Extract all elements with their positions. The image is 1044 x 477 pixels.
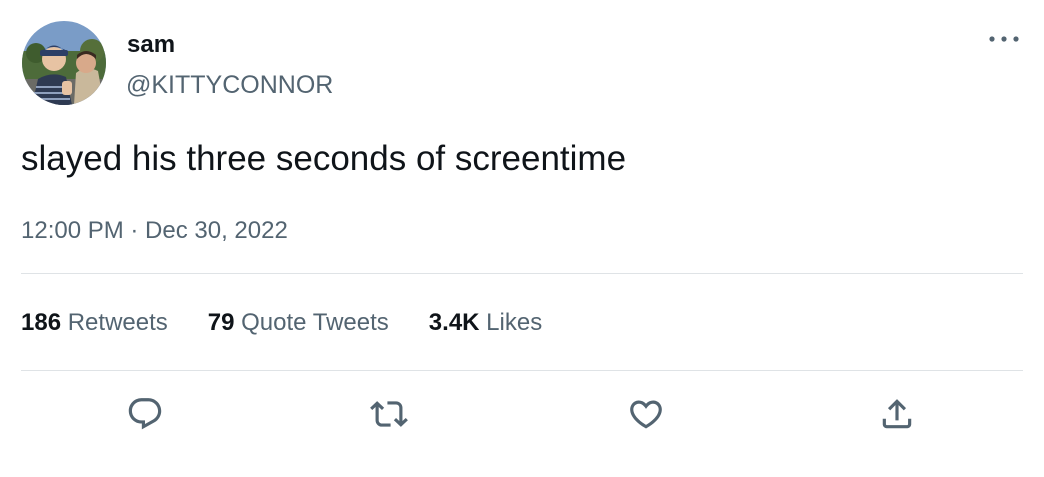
like-button[interactable] bbox=[627, 395, 665, 433]
quote-tweets-label: Quote Tweets bbox=[241, 309, 389, 336]
author-handle[interactable]: @KITTYCONNOR bbox=[126, 70, 333, 100]
avatar[interactable] bbox=[22, 21, 106, 105]
avatar-photo bbox=[22, 21, 106, 105]
share-upload-icon bbox=[882, 399, 912, 429]
engagement-stats: 186 Retweets 79 Quote Tweets 3.4K Likes bbox=[21, 308, 582, 338]
author-display-name[interactable]: sam bbox=[127, 31, 175, 59]
likes-label: Likes bbox=[486, 309, 543, 336]
share-button[interactable] bbox=[878, 395, 916, 433]
tweet-text: slayed his three seconds of screentime bbox=[21, 139, 627, 178]
retweets-label: Retweets bbox=[67, 309, 168, 336]
ellipsis-icon bbox=[989, 36, 1019, 42]
divider bbox=[21, 273, 1023, 274]
more-options-button[interactable] bbox=[986, 30, 1022, 48]
retweet-button[interactable] bbox=[370, 395, 408, 433]
quote-tweets-stat[interactable]: 79 Quote Tweets bbox=[208, 308, 389, 338]
reply-button[interactable] bbox=[126, 395, 164, 433]
retweets-count: 186 bbox=[21, 309, 62, 336]
quote-tweets-count: 79 bbox=[207, 309, 235, 336]
likes-stat[interactable]: 3.4K Likes bbox=[429, 308, 542, 338]
heart-icon bbox=[630, 400, 662, 429]
speech-bubble-icon bbox=[128, 398, 162, 430]
divider bbox=[21, 370, 1023, 371]
retweet-arrows-icon bbox=[370, 401, 408, 427]
tweet-timestamp[interactable]: 12:00 PM · Dec 30, 2022 bbox=[21, 216, 288, 246]
retweets-stat[interactable]: 186 Retweets bbox=[21, 308, 168, 338]
likes-count: 3.4K bbox=[428, 309, 480, 336]
tweet-card: sam @KITTYCONNOR slayed his three second… bbox=[0, 0, 1044, 477]
